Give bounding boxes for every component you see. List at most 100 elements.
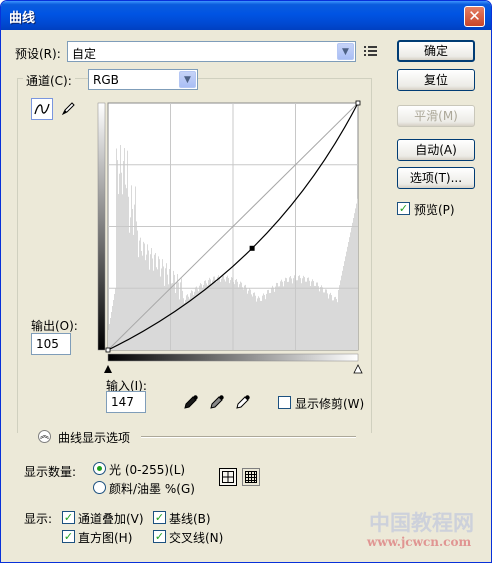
black-point-slider[interactable] (104, 365, 112, 373)
histogram-bar (108, 330, 109, 350)
histogram-bar (273, 287, 274, 350)
curve-tool[interactable] (31, 98, 53, 120)
channel-dropdown[interactable]: RGB ▼ (88, 69, 198, 90)
detailed-grid-button[interactable] (242, 468, 260, 486)
light-radio-label: 光 (0-255)(L) (109, 463, 186, 477)
reset-button[interactable]: 复位 (397, 69, 475, 91)
histogram-bar (207, 285, 208, 350)
title-bar[interactable]: 曲线 ✕ (1, 1, 491, 30)
output-label: 输出(O): (31, 319, 78, 333)
preset-menu-icon[interactable] (363, 44, 379, 58)
ok-button[interactable]: 确定 (397, 40, 475, 62)
histogram-bar (317, 282, 318, 350)
window-title: 曲线 (9, 11, 36, 26)
histogram-bar (258, 296, 259, 350)
histogram-bar (229, 283, 230, 350)
histogram-bar (166, 263, 167, 350)
pigment-radio[interactable] (93, 481, 106, 494)
histogram-bar (214, 276, 215, 350)
histogram-bar (120, 145, 121, 350)
histogram-bar (263, 293, 264, 350)
curves-graph[interactable] (96, 97, 371, 382)
preview-checkbox[interactable]: ✓ (397, 202, 410, 215)
histogram-bar (326, 289, 327, 350)
curve-display-options-label: 曲线显示选项 (58, 431, 131, 445)
curve-endpoint-black[interactable] (105, 347, 111, 353)
simple-grid-button[interactable] (219, 468, 237, 486)
curve-endpoint-white[interactable] (355, 100, 361, 106)
histogram-bar (276, 282, 277, 350)
histogram-bar (215, 279, 216, 350)
histogram-bar (306, 281, 307, 350)
histogram-bar (165, 268, 166, 350)
histogram-bar (152, 258, 153, 350)
close-icon: ✕ (468, 7, 481, 25)
histogram-bar (212, 280, 213, 350)
eyedropper-black[interactable] (183, 394, 199, 413)
histogram-bar (303, 275, 304, 350)
histogram-bar (117, 160, 118, 350)
histogram-label: 直方图(H) (78, 531, 133, 545)
histogram-bar (206, 283, 207, 350)
histogram-bar (312, 279, 313, 350)
light-radio[interactable] (93, 462, 106, 475)
histogram-checkbox[interactable]: ✓ (62, 530, 75, 543)
histogram-bar (286, 278, 287, 350)
histogram-bar (250, 289, 251, 350)
eyedropper-white-icon (236, 395, 250, 409)
histogram-bar (199, 285, 200, 350)
histogram-bar (243, 289, 244, 350)
histogram-bar (227, 275, 228, 350)
histogram-bar (282, 281, 283, 350)
input-input[interactable]: 147 (106, 391, 146, 413)
histogram-bar (150, 254, 151, 350)
histogram-bar (123, 161, 124, 350)
show-clipping-checkbox[interactable] (278, 396, 291, 409)
intersection-line-checkbox[interactable]: ✓ (153, 530, 166, 543)
histogram-bar (331, 295, 332, 350)
histogram-bar (327, 293, 328, 350)
histogram-bar (135, 186, 136, 350)
histogram-bar (218, 275, 219, 350)
histogram-bar (320, 287, 321, 350)
curve-control-point[interactable] (249, 245, 255, 251)
histogram-bar (343, 266, 344, 350)
histogram-bar (210, 279, 211, 350)
histogram-bar (225, 281, 226, 350)
histogram-bar (349, 237, 350, 350)
white-point-slider[interactable] (353, 364, 363, 374)
histogram-bar (277, 283, 278, 350)
histogram-bar (267, 290, 268, 350)
histogram-bar (357, 198, 358, 350)
watermark-logo-text: 中国教程网 (369, 510, 474, 535)
baseline-checkbox[interactable]: ✓ (153, 511, 166, 524)
histogram-bar (268, 289, 269, 350)
histogram-bar (270, 292, 271, 350)
preset-dropdown[interactable]: 自定 ▼ (67, 41, 356, 62)
histogram-bar (249, 288, 250, 350)
histogram-bar (344, 261, 345, 350)
histogram-bar (137, 230, 138, 350)
eyedropper-white[interactable] (235, 394, 251, 413)
histogram-bar (313, 281, 314, 350)
output-input[interactable]: 105 (31, 333, 71, 355)
histogram-bar (178, 282, 179, 350)
histogram-bar (119, 173, 120, 350)
options-button[interactable]: 选项(T)... (397, 167, 475, 189)
auto-button[interactable]: 自动(A) (397, 139, 475, 161)
histogram-bar (197, 289, 198, 350)
channel-overlays-checkbox[interactable]: ✓ (62, 511, 75, 524)
histogram-bar (291, 278, 292, 350)
histogram-bar (188, 296, 189, 350)
collapse-chevron-icon[interactable]: ︽ (38, 430, 51, 443)
smooth-button[interactable]: 平滑(M) (397, 105, 475, 127)
histogram-bar (112, 306, 113, 350)
close-button[interactable]: ✕ (464, 6, 485, 27)
histogram-bar (163, 266, 164, 350)
histogram-bar (293, 278, 294, 350)
eyedropper-black-icon (184, 395, 198, 409)
eyedropper-gray[interactable] (209, 394, 225, 413)
histogram-bar (275, 286, 276, 350)
pencil-tool[interactable] (57, 98, 79, 120)
histogram-bar (147, 244, 148, 350)
